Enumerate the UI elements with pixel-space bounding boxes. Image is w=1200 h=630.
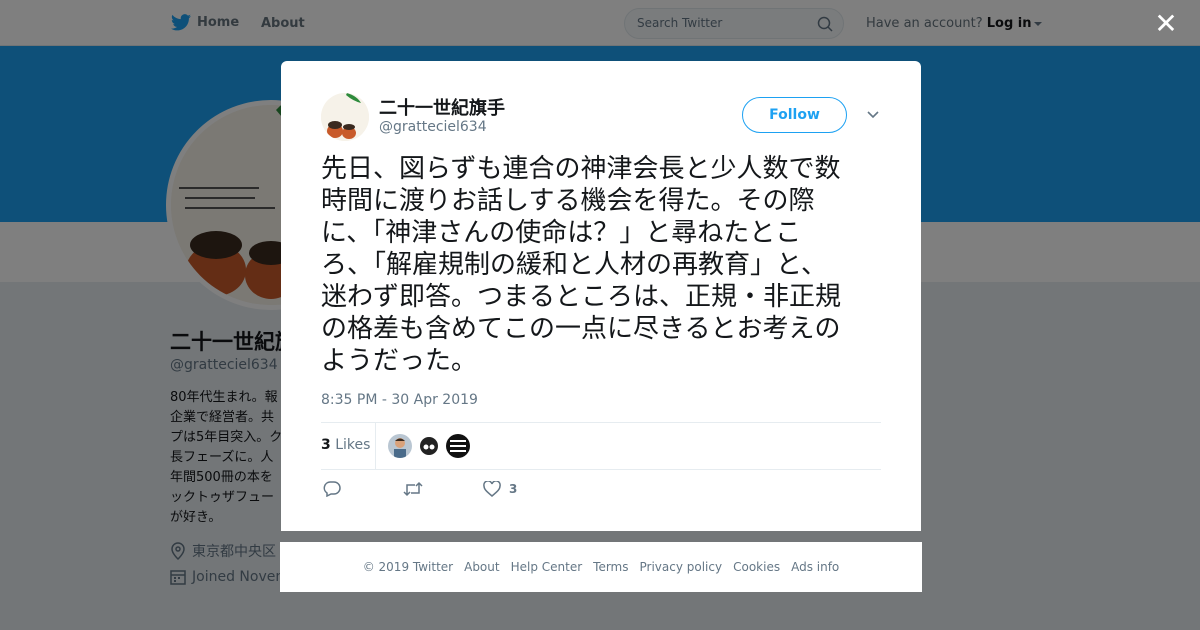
tweet-text: 先日、図らずも連合の神津会長と少人数で数 時間に渡りお話しする機会を得た。その際… [321,153,887,377]
tweet-modal: 二十一世紀旗手 @gratteciel634 Follow 先日、図らずも連合の… [281,61,921,531]
footer-link-about[interactable]: About [464,560,499,574]
reply-button[interactable] [323,481,341,497]
likes-stat[interactable]: 3 Likes [321,437,370,453]
tweet-text-line: の格差も含めてこの一点に尽きるとお考えの [321,314,841,344]
liker-avatar[interactable] [388,434,412,458]
liker-avatar[interactable] [446,434,470,458]
avatar-icon [417,434,441,458]
avatar-icon [446,434,470,458]
tweet-author-name[interactable]: 二十一世紀旗手 [379,94,505,120]
avatar-illustration-icon [321,93,369,141]
avatar-icon [388,434,412,458]
reply-icon [323,481,341,497]
liker-avatar[interactable] [417,434,441,458]
footer-copyright: © 2019 Twitter [362,560,454,574]
footer-link-help-center[interactable]: Help Center [511,560,583,574]
follow-button[interactable]: Follow [742,97,847,133]
chevron-down-icon[interactable] [866,109,880,121]
footer-link-cookies[interactable]: Cookies [733,560,780,574]
tweet-text-line: 先日、図らずも連合の神津会長と少人数で数 [321,154,841,184]
tweet-stats: 3 Likes [321,422,881,470]
like-button[interactable]: 3 [483,481,517,497]
tweet-text-line: 時間に渡りお話しする機会を得た。その際 [321,186,815,216]
tweet-text-line: 迷わず即答。つまるところは、正規・非正規 [321,282,842,312]
tweet-actions: 3 [321,481,881,501]
tweet-text-line: ろ、「解雇規制の緩和と人材の再教育」と、 [321,250,827,280]
retweet-button[interactable] [403,481,423,497]
tweet-text-line: に、「神津さんの使命は？」と尋ねたとこ [321,218,802,248]
retweet-icon [403,481,423,497]
tweet-author-avatar[interactable] [321,93,369,141]
footer-link-terms[interactable]: Terms [593,560,628,574]
footer-link-privacy[interactable]: Privacy policy [640,560,723,574]
tweet-text-line: ようだった。 [321,346,478,376]
footer-link-ads-info[interactable]: Ads info [791,560,839,574]
tweet-timestamp[interactable]: 8:35 PM - 30 Apr 2019 [321,392,478,408]
stats-divider [375,423,376,469]
tweet-author-handle[interactable]: @gratteciel634 [379,119,487,135]
likes-count: 3 [321,437,331,453]
close-icon[interactable]: ✕ [1154,10,1178,38]
modal-footer: © 2019 Twitter About Help Center Terms P… [280,542,922,592]
heart-icon [483,481,501,497]
like-action-count: 3 [509,482,518,496]
likes-label: Likes [335,437,371,453]
